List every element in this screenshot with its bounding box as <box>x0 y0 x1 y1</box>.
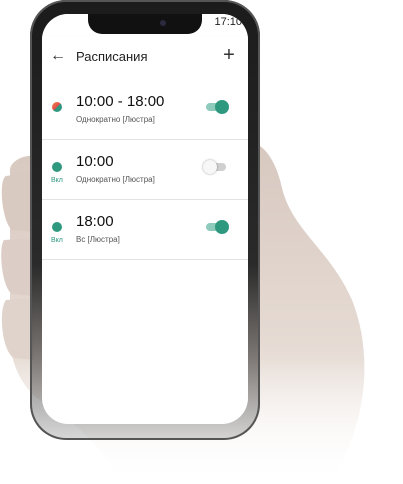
schedule-list: 10:00 - 18:00 Однократно [Люстра] Вкл 10… <box>42 80 248 260</box>
toggle-knob <box>215 100 229 114</box>
status-dot <box>52 222 62 232</box>
page-title: Расписания <box>76 49 148 64</box>
status-dot <box>52 102 62 112</box>
status-time: 17:10 <box>214 16 242 28</box>
arrow-left-icon[interactable]: ← <box>48 46 68 66</box>
schedule-item[interactable]: Вкл 10:00 Однократно [Люстра] <box>42 140 248 200</box>
schedule-item[interactable]: 10:00 - 18:00 Однократно [Люстра] <box>42 80 248 140</box>
status-bar: 17:10 <box>42 14 248 36</box>
phone-screen: 17:10 ← Расписания + 10:00 - 18:00 Однок… <box>42 14 248 424</box>
status-label: Вкл <box>51 177 63 184</box>
toggle-knob <box>203 160 217 174</box>
schedule-subtitle: Вс [Люстра] <box>76 235 120 244</box>
status-label: Вкл <box>51 237 63 244</box>
schedule-toggle[interactable] <box>206 100 229 114</box>
app-bar: ← Расписания + <box>42 36 248 80</box>
schedule-subtitle: Однократно [Люстра] <box>76 115 155 124</box>
schedule-item[interactable]: Вкл 18:00 Вс [Люстра] <box>42 200 248 260</box>
schedule-toggle[interactable] <box>206 220 229 234</box>
schedule-time: 10:00 - 18:00 <box>76 93 165 110</box>
schedule-time: 18:00 <box>76 213 114 230</box>
camera-icon <box>160 20 166 26</box>
schedule-subtitle: Однократно [Люстра] <box>76 175 155 184</box>
phone-notch <box>88 14 202 34</box>
toggle-knob <box>215 220 229 234</box>
schedule-time: 10:00 <box>76 153 114 170</box>
schedule-toggle[interactable] <box>203 160 226 174</box>
status-dot <box>52 162 62 172</box>
plus-icon[interactable]: + <box>218 44 240 66</box>
